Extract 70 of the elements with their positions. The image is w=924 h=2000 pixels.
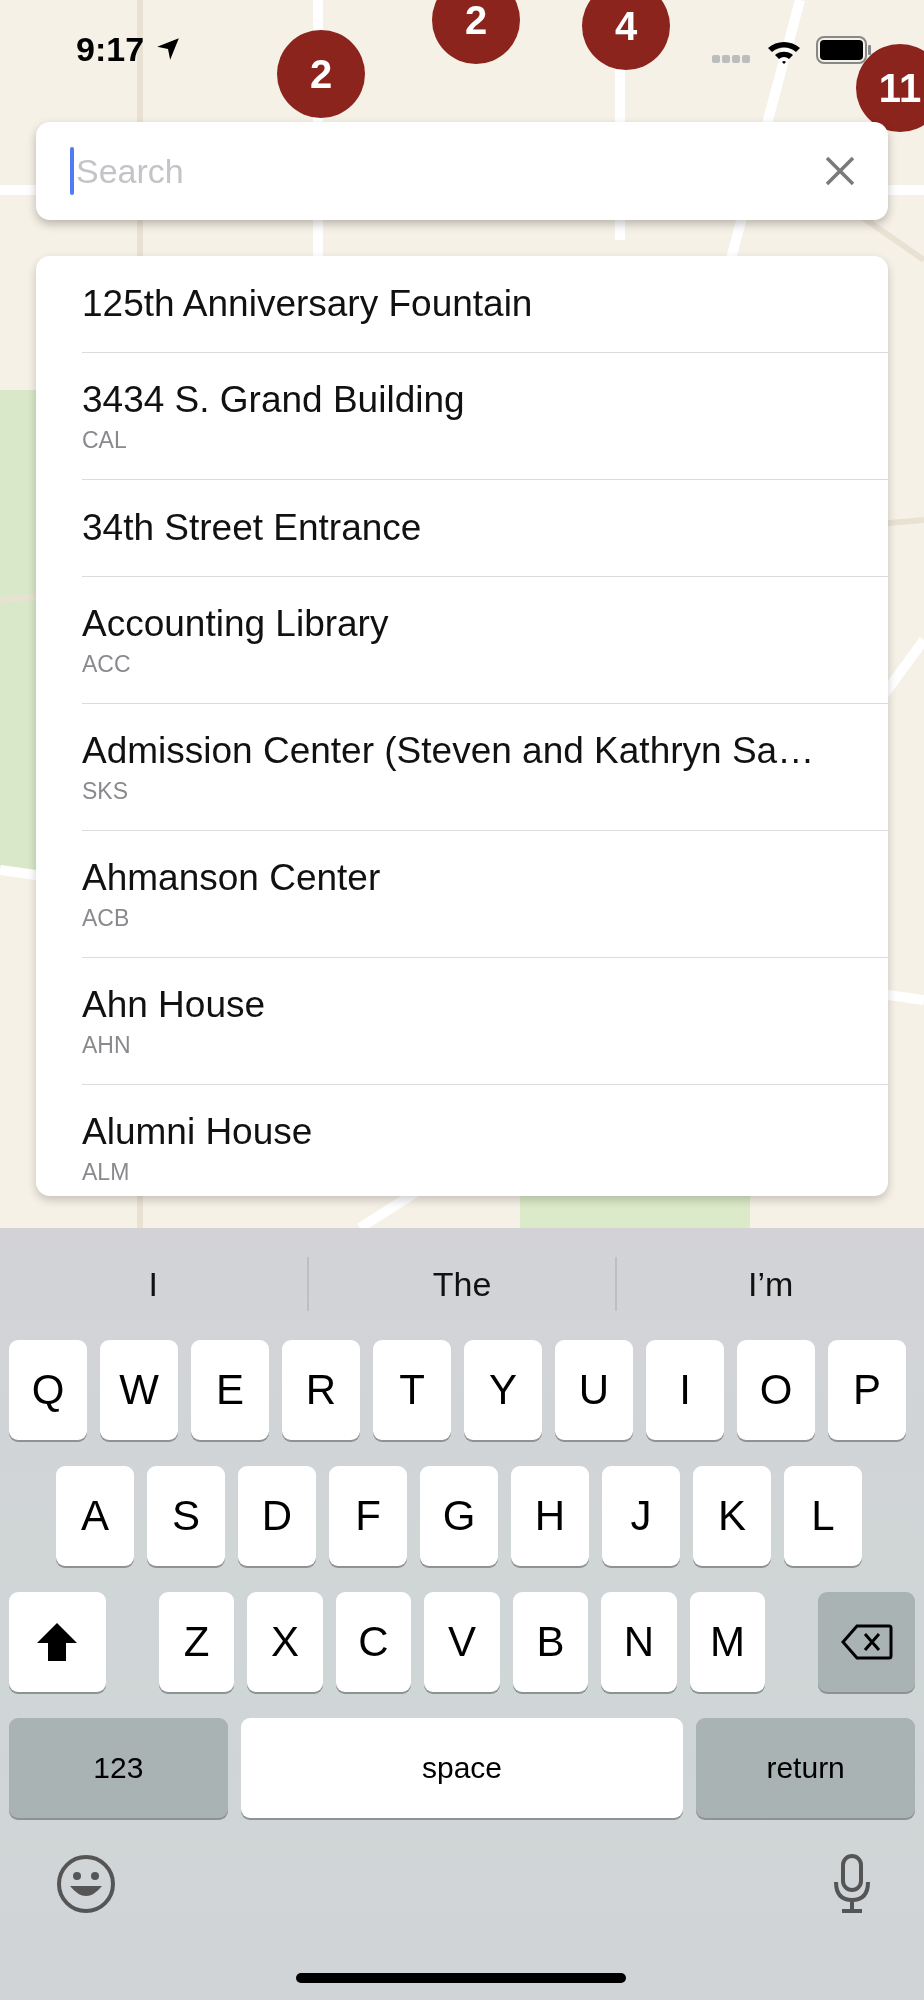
letter-key[interactable]: X — [247, 1592, 323, 1692]
return-key[interactable]: return — [696, 1718, 915, 1818]
letter-key[interactable]: W — [100, 1340, 178, 1440]
place-name: Admission Center (Steven and Kathryn Sa… — [82, 729, 816, 772]
search-input[interactable]: Search — [74, 151, 816, 191]
signal-icon — [712, 54, 752, 64]
suggestion[interactable]: The — [308, 1264, 616, 1304]
letter-key[interactable]: I — [646, 1340, 724, 1440]
place-code: AHN — [82, 1031, 132, 1059]
letter-key[interactable]: U — [555, 1340, 633, 1440]
emoji-button[interactable] — [56, 1854, 116, 1914]
result-item[interactable]: Alumni House ALM — [82, 1085, 888, 1196]
space-key[interactable]: space — [240, 1718, 684, 1818]
letter-key[interactable]: Q — [9, 1340, 87, 1440]
result-item[interactable]: 125th Anniversary Fountain — [82, 256, 888, 353]
shift-key[interactable] — [9, 1592, 106, 1692]
place-name: Accounting Library — [82, 602, 390, 645]
status-time: 9:17 — [76, 30, 145, 69]
delete-key[interactable] — [818, 1592, 915, 1692]
letter-key[interactable]: J — [602, 1466, 680, 1566]
letter-key[interactable]: D — [238, 1466, 316, 1566]
place-name: Ahn House — [82, 983, 267, 1026]
place-name: Ahmanson Center — [82, 856, 382, 899]
letter-key[interactable]: S — [147, 1466, 225, 1566]
shift-icon — [35, 1621, 80, 1663]
letter-key[interactable]: A — [56, 1466, 134, 1566]
dictation-button[interactable] — [832, 1854, 872, 1914]
result-item[interactable]: Ahn House AHN — [82, 958, 888, 1085]
place-name: 125th Anniversary Fountain — [82, 283, 534, 325]
letter-key[interactable]: C — [335, 1592, 412, 1692]
letter-key[interactable]: F — [329, 1466, 407, 1566]
result-item[interactable]: Ahmanson Center ACB — [82, 831, 888, 958]
letter-key[interactable]: M — [689, 1592, 766, 1692]
letter-key[interactable]: H — [511, 1466, 589, 1566]
emoji-icon — [56, 1854, 116, 1914]
letter-key[interactable]: B — [512, 1592, 589, 1692]
place-code: ACC — [82, 650, 132, 678]
microphone-icon — [832, 1854, 872, 1914]
letter-key[interactable]: V — [424, 1592, 500, 1692]
suggestion[interactable]: I — [0, 1264, 307, 1304]
battery-icon — [816, 36, 872, 64]
text-cursor — [70, 147, 74, 195]
letter-key[interactable]: T — [373, 1340, 451, 1440]
letter-key[interactable]: K — [693, 1466, 771, 1566]
letter-key[interactable]: Z — [158, 1592, 235, 1692]
letter-key[interactable]: L — [784, 1466, 862, 1566]
place-name: Alumni House — [82, 1111, 314, 1153]
letter-key[interactable]: E — [191, 1340, 269, 1440]
place-code: SKS — [82, 777, 130, 805]
result-item[interactable]: 34th Street Entrance — [82, 480, 888, 577]
place-code: CAL — [82, 426, 128, 454]
letter-key[interactable]: O — [737, 1340, 815, 1440]
place-code: ACB — [82, 904, 131, 932]
letter-key[interactable]: Y — [464, 1340, 542, 1440]
location-arrow-icon — [155, 36, 181, 62]
place-code: ALM — [82, 1159, 131, 1186]
letter-key[interactable]: N — [601, 1592, 677, 1692]
suggestion[interactable]: I’m — [617, 1264, 924, 1304]
letter-key[interactable]: R — [282, 1340, 360, 1440]
numbers-key[interactable]: 123 — [9, 1718, 228, 1818]
search-field[interactable]: Search — [36, 122, 888, 220]
result-item[interactable]: 3434 S. Grand Building CAL — [82, 353, 888, 480]
backspace-icon — [840, 1623, 893, 1661]
letter-key[interactable]: G — [420, 1466, 498, 1566]
place-name: 3434 S. Grand Building — [82, 378, 466, 421]
letter-key[interactable]: P — [828, 1340, 906, 1440]
result-item[interactable]: Admission Center (Steven and Kathryn Sa… SKS — [82, 704, 888, 831]
close-icon — [824, 155, 856, 187]
place-name: 34th Street Entrance — [82, 507, 423, 549]
result-item[interactable]: Accounting Library ACC — [82, 577, 888, 704]
